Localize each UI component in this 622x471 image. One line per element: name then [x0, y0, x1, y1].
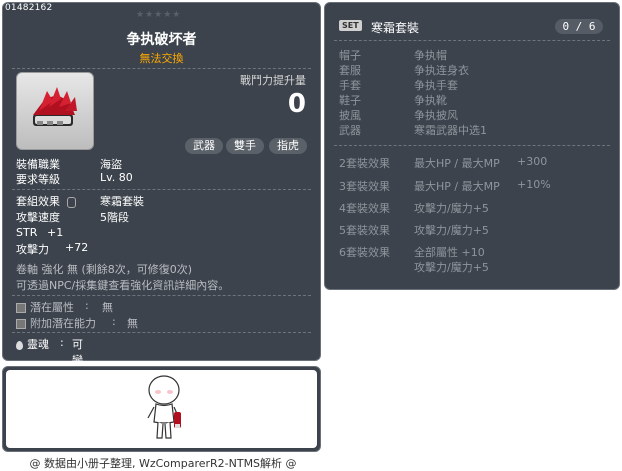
trade-status: 無法交換	[139, 52, 184, 65]
attack-speed-value: 5階段	[100, 211, 129, 224]
set-effect-row: 3套裝效果 最大HP / 最大MP +10%	[339, 178, 551, 194]
set-part-row: 帽子 争执帽	[339, 47, 447, 63]
add-potential-lock-icon	[16, 319, 26, 329]
attack-speed-row: 攻擊速度 5階段	[16, 209, 129, 225]
job-row: 裝備職業 海盜	[16, 156, 122, 172]
soul-label: 靈魂	[27, 338, 49, 351]
power-increase-value: 0	[287, 89, 306, 119]
potential-row: 潛在屬性 : 無	[16, 299, 113, 315]
set-info-icon	[66, 196, 76, 208]
soul-row: 靈魂 : 可變換為靈魂武器	[16, 336, 83, 463]
add-potential-row: 附加潛在能力 : 無	[16, 315, 138, 331]
set-effect-value: +300	[517, 155, 548, 168]
add-potential-label: 附加潛在能力	[30, 317, 96, 330]
divider	[12, 332, 311, 333]
set-part-row: 披風 争执披风	[339, 107, 458, 123]
set-effect-label: 6套裝效果	[339, 246, 390, 259]
set-effect-row: 6套裝效果 全部屬性 +10	[339, 244, 485, 260]
set-part-row: 武器 寒霜武器中选1	[339, 122, 487, 138]
tag-weapon: 武器	[185, 138, 223, 154]
set-part-row: 套服 争执连身衣	[339, 62, 469, 78]
set-part-slot: 鞋子	[339, 94, 361, 107]
item-id: 01482162	[5, 3, 53, 13]
set-part-slot: 套服	[339, 64, 361, 77]
set-effect-row: 5套裝效果 攻擊力/魔力+5	[339, 222, 489, 238]
set-part-name: 寒霜武器中选1	[414, 124, 487, 137]
set-effect-value: +10%	[517, 178, 551, 191]
set-effect-stat: 攻擊力/魔力+5	[414, 202, 489, 215]
potential-lock-icon	[16, 303, 26, 313]
item-name: 争执破坏者	[126, 32, 197, 48]
set-part-slot: 武器	[339, 124, 361, 137]
character-icon	[147, 375, 181, 439]
set-effect-row: 套組效果 寒霜套裝	[16, 193, 144, 209]
tag-knuckle: 指虎	[269, 138, 307, 154]
set-tooltip-panel: SET 寒霜套裝 0 / 6 帽子 争执帽 套服 争执连身衣 手套 争执手套 鞋…	[324, 2, 620, 290]
set-badge: SET	[339, 20, 362, 31]
set-effect-stat: 最大HP / 最大MP	[414, 180, 500, 193]
set-part-slot: 手套	[339, 79, 361, 92]
npc-info: 可透過NPC/採集鍵查看強化資訊詳細內容。	[16, 279, 230, 292]
divider	[334, 40, 610, 41]
item-icon	[16, 72, 94, 150]
tag-two-handed: 雙手	[226, 138, 264, 154]
attack-row: 攻擊力 +72	[16, 241, 88, 257]
power-increase-label: 戰鬥力提升量	[240, 74, 306, 87]
divider	[12, 189, 311, 190]
set-part-slot: 帽子	[339, 49, 361, 62]
item-tooltip-panel: 01482162 ★★★★★ 争执破坏者 無法交換 戰鬥力提升量 0 武器 雙手…	[2, 2, 321, 463]
potential-label: 潛在屬性	[30, 301, 74, 314]
add-potential-value: 無	[127, 317, 138, 330]
set-title: 寒霜套裝	[371, 21, 420, 35]
attack-value: +72	[65, 241, 89, 254]
set-effect-stat: 全部屬性 +10	[414, 246, 485, 259]
req-level-row: 要求等級 Lv. 80	[16, 171, 133, 187]
star-rating: ★★★★★	[136, 10, 182, 20]
character-preview-panel	[2, 366, 321, 452]
divider	[334, 145, 610, 146]
job-label: 裝備職業	[16, 158, 60, 171]
set-part-row: 鞋子 争执靴	[339, 92, 447, 108]
set-effect-row: 4套裝效果 攻擊力/魔力+5	[339, 200, 489, 216]
set-effect-stat: 最大HP / 最大MP	[414, 157, 500, 170]
credit-footer: @ 数据由小册子整理, WzComparerR2-NTMS解析 @	[29, 457, 297, 470]
divider	[12, 68, 311, 69]
set-part-slot: 披風	[339, 109, 361, 122]
str-label: STR	[16, 226, 38, 239]
upgrade-info: 卷軸 強化 無 (剩餘8次，可修復0次)	[16, 263, 193, 276]
set-part-name: 争执手套	[414, 79, 458, 92]
divider	[12, 295, 311, 296]
set-effect-row: 2套裝效果 最大HP / 最大MP +300	[339, 155, 547, 171]
set-effect-label: 3套裝效果	[339, 180, 390, 193]
attack-speed-label: 攻擊速度	[16, 211, 60, 224]
set-effect-value: 寒霜套裝	[100, 195, 144, 208]
potential-value: 無	[102, 301, 113, 314]
job-value: 海盜	[100, 158, 122, 171]
set-effect-stat: 攻擊力/魔力+5	[414, 261, 489, 274]
set-part-name: 争执披风	[414, 109, 458, 122]
set-part-row: 手套 争执手套	[339, 77, 458, 93]
set-effect-label: 2套裝效果	[339, 157, 390, 170]
set-effect-label: 5套裝效果	[339, 224, 390, 237]
str-value: +1	[47, 226, 64, 239]
character-preview-area	[6, 370, 317, 448]
set-effect-label: 4套裝效果	[339, 202, 390, 215]
req-level-value: Lv. 80	[100, 171, 133, 184]
set-effect-label: 套組效果	[16, 195, 60, 208]
knuckle-icon	[33, 87, 77, 126]
str-row: STR +1	[16, 226, 63, 239]
set-part-name: 争执连身衣	[414, 64, 469, 77]
set-count: 0 / 6	[555, 19, 603, 34]
set-effect-stat: 攻擊力/魔力+5	[414, 224, 489, 237]
req-level-label: 要求等級	[16, 173, 60, 186]
soul-icon	[16, 340, 23, 350]
attack-label: 攻擊力	[16, 243, 49, 256]
set-part-name: 争执靴	[414, 94, 447, 107]
set-part-name: 争执帽	[414, 49, 447, 62]
